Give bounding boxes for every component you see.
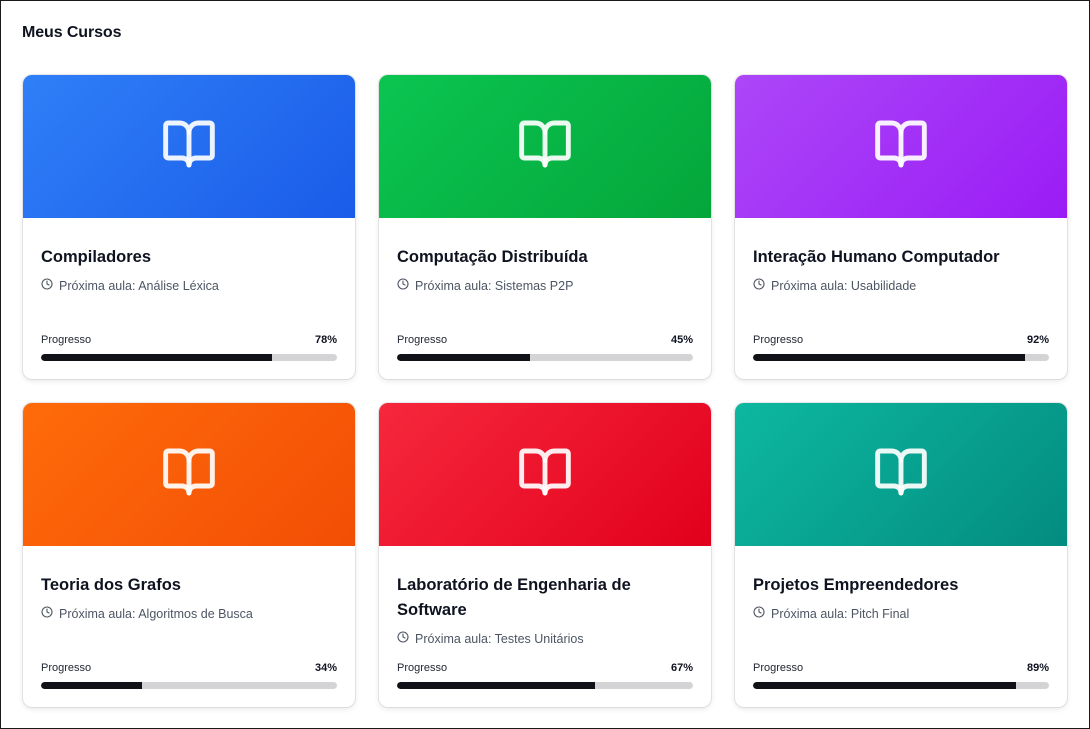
next-lesson: Próxima aula: Pitch Final — [753, 606, 1049, 621]
course-banner — [735, 75, 1067, 218]
next-lesson: Próxima aula: Usabilidade — [753, 278, 1049, 293]
clock-icon — [753, 278, 765, 293]
course-card[interactable]: Interação Humano Computador Próxima aula… — [735, 75, 1067, 379]
clock-icon — [397, 631, 409, 646]
progress-bar — [397, 682, 693, 689]
next-lesson-text: Próxima aula: Pitch Final — [771, 607, 909, 621]
next-lesson-text: Próxima aula: Usabilidade — [771, 279, 916, 293]
next-lesson-prefix: Próxima aula: — [771, 278, 851, 293]
course-card-body: Interação Humano Computador Próxima aula… — [753, 218, 1049, 379]
progress-value: 92% — [1026, 334, 1049, 346]
course-card-body: Computação Distribuída Próxima aula: Sis… — [397, 218, 693, 379]
next-lesson: Próxima aula: Algoritmos de Busca — [41, 606, 337, 621]
course-banner — [379, 75, 711, 218]
progress-bar-fill — [753, 682, 1017, 689]
book-open-icon — [161, 444, 217, 505]
clock-icon — [397, 278, 409, 293]
next-lesson-name: Sistemas P2P — [494, 278, 574, 293]
progress-section: Progresso 89% — [753, 662, 1049, 689]
course-title: Computação Distribuída — [397, 248, 588, 266]
progress-value: 34% — [314, 662, 337, 674]
book-open-icon — [161, 116, 217, 177]
next-lesson-prefix: Próxima aula: — [59, 278, 139, 293]
progress-bar — [41, 354, 337, 361]
book-open-icon — [873, 116, 929, 177]
book-open-icon — [517, 444, 573, 505]
progress-bar-fill — [753, 354, 1026, 361]
course-card-body: Teoria dos Grafos Próxima aula: Algoritm… — [41, 546, 337, 707]
next-lesson-text: Próxima aula: Sistemas P2P — [415, 279, 573, 293]
course-title: Laboratório de Engenharia de Software — [397, 576, 631, 619]
course-card[interactable]: Compiladores Próxima aula: Análise Léxic… — [23, 75, 355, 379]
progress-label: Progresso — [41, 662, 92, 674]
progress-bar-fill — [41, 354, 272, 361]
next-lesson-name: Pitch Final — [850, 606, 910, 621]
course-title: Compiladores — [41, 248, 152, 266]
course-banner — [379, 403, 711, 546]
next-lesson-name: Usabilidade — [850, 278, 917, 293]
course-banner — [735, 403, 1067, 546]
clock-icon — [753, 606, 765, 621]
page-frame: Meus Cursos Compiladores Próxima aula: A… — [0, 0, 1090, 729]
next-lesson-text: Próxima aula: Testes Unitários — [415, 632, 584, 646]
progress-label: Progresso — [753, 334, 804, 346]
clock-icon — [41, 606, 53, 621]
progress-label: Progresso — [753, 662, 804, 674]
next-lesson-name: Análise Léxica — [138, 278, 219, 293]
course-card[interactable]: Projetos Empreendedores Próxima aula: Pi… — [735, 403, 1067, 707]
next-lesson-prefix: Próxima aula: — [771, 606, 851, 621]
course-card[interactable]: Laboratório de Engenharia de Software Pr… — [379, 403, 711, 707]
progress-value: 78% — [314, 334, 337, 346]
course-card[interactable]: Teoria dos Grafos Próxima aula: Algoritm… — [23, 403, 355, 707]
next-lesson-name: Testes Unitários — [494, 631, 584, 646]
progress-section: Progresso 78% — [41, 334, 337, 361]
progress-bar-fill — [397, 354, 531, 361]
progress-value: 89% — [1026, 662, 1049, 674]
progress-bar — [41, 682, 337, 689]
next-lesson-prefix: Próxima aula: — [415, 631, 495, 646]
progress-section: Progresso 92% — [753, 334, 1049, 361]
progress-value: 67% — [670, 662, 693, 674]
course-card-body: Laboratório de Engenharia de Software Pr… — [397, 546, 693, 707]
progress-bar — [397, 354, 693, 361]
course-banner — [23, 75, 355, 218]
page-title: Meus Cursos — [22, 24, 122, 41]
next-lesson: Próxima aula: Testes Unitários — [397, 631, 693, 646]
course-grid: Compiladores Próxima aula: Análise Léxic… — [23, 75, 1067, 707]
next-lesson-prefix: Próxima aula: — [59, 606, 139, 621]
course-card[interactable]: Computação Distribuída Próxima aula: Sis… — [379, 75, 711, 379]
progress-label: Progresso — [41, 334, 92, 346]
clock-icon — [41, 278, 53, 293]
progress-value: 45% — [670, 334, 693, 346]
course-title: Teoria dos Grafos — [41, 576, 181, 594]
progress-section: Progresso 34% — [41, 662, 337, 689]
progress-bar — [753, 682, 1049, 689]
course-banner — [23, 403, 355, 546]
course-title: Interação Humano Computador — [753, 248, 1000, 266]
book-open-icon — [873, 444, 929, 505]
next-lesson-text: Próxima aula: Algoritmos de Busca — [59, 607, 253, 621]
next-lesson: Próxima aula: Análise Léxica — [41, 278, 337, 293]
progress-label: Progresso — [397, 662, 448, 674]
next-lesson-name: Algoritmos de Busca — [138, 606, 253, 621]
progress-bar-fill — [397, 682, 596, 689]
course-card-body: Projetos Empreendedores Próxima aula: Pi… — [753, 546, 1049, 707]
course-title: Projetos Empreendedores — [753, 576, 959, 594]
next-lesson-prefix: Próxima aula: — [415, 278, 495, 293]
progress-section: Progresso 67% — [397, 662, 693, 689]
progress-section: Progresso 45% — [397, 334, 693, 361]
next-lesson-text: Próxima aula: Análise Léxica — [59, 279, 219, 293]
next-lesson: Próxima aula: Sistemas P2P — [397, 278, 693, 293]
progress-bar-fill — [41, 682, 142, 689]
book-open-icon — [517, 116, 573, 177]
progress-bar — [753, 354, 1049, 361]
progress-label: Progresso — [397, 334, 448, 346]
course-card-body: Compiladores Próxima aula: Análise Léxic… — [41, 218, 337, 379]
